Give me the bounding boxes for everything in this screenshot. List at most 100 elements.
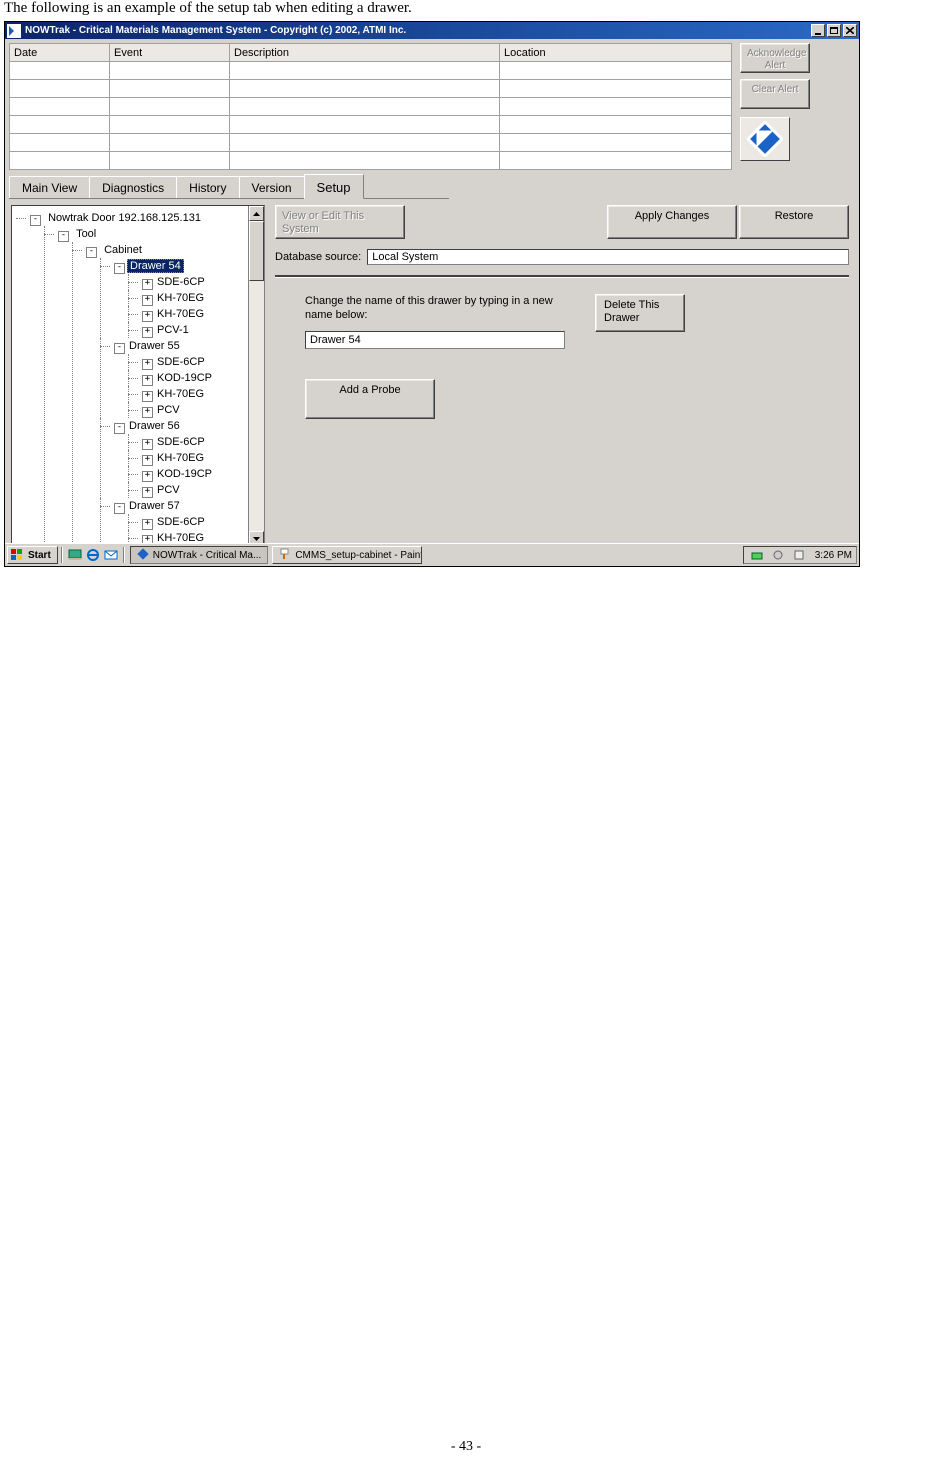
screenshot-window: NOWTrak - Critical Materials Management … (4, 21, 860, 567)
tab-diagnostics[interactable]: Diagnostics (89, 176, 177, 198)
taskbar-item-paint[interactable]: CMMS_setup-cabinet - Paint (272, 546, 422, 564)
table-row[interactable] (10, 134, 732, 152)
tree-probe[interactable]: KH-70EG (155, 292, 206, 304)
expander-icon[interactable]: - (58, 231, 69, 242)
expander-icon[interactable]: + (142, 295, 153, 306)
tray-icon[interactable] (791, 547, 807, 563)
quicklaunch-outlook-icon[interactable] (103, 547, 119, 563)
expander-icon[interactable]: + (142, 487, 153, 498)
clear-alert-button[interactable]: Clear Alert (740, 79, 810, 109)
table-row[interactable] (10, 152, 732, 170)
tree-scrollbar[interactable] (248, 206, 264, 546)
tree-probe[interactable]: SDE-6CP (155, 356, 207, 368)
tree-probe[interactable]: PCV (155, 404, 182, 416)
expander-icon[interactable]: + (142, 279, 153, 290)
add-probe-button[interactable]: Add a Probe (305, 379, 435, 419)
tree-probe[interactable]: PCV (155, 484, 182, 496)
system-tray: 3:26 PM (743, 546, 857, 564)
acknowledge-alert-button[interactable]: Acknowledge Alert (740, 43, 810, 73)
page-number: - 43 - (0, 1439, 932, 1455)
separator (275, 275, 849, 278)
expander-icon[interactable]: + (142, 407, 153, 418)
task-label: CMMS_setup-cabinet - Paint (295, 550, 422, 561)
system-tree: - Nowtrak Door 192.168.125.131 - Tool - (11, 205, 265, 547)
expander-icon[interactable]: - (114, 263, 125, 274)
database-source-field[interactable] (367, 249, 849, 265)
alerts-col-event[interactable]: Event (110, 44, 230, 62)
tree-probe[interactable]: PCV-1 (155, 324, 191, 336)
delete-drawer-button[interactable]: Delete This Drawer (595, 294, 685, 332)
alerts-table: Date Event Description Location (9, 43, 732, 170)
expander-icon[interactable]: + (142, 375, 153, 386)
task-paint-icon (279, 548, 291, 563)
table-row[interactable] (10, 98, 732, 116)
tab-main-view[interactable]: Main View (9, 176, 90, 198)
tree-probe[interactable]: KH-70EG (155, 388, 206, 400)
expander-icon[interactable]: + (142, 311, 153, 322)
tree-content[interactable]: - Nowtrak Door 192.168.125.131 - Tool - (12, 206, 248, 546)
table-row[interactable] (10, 80, 732, 98)
tree-probe[interactable]: SDE-6CP (155, 516, 207, 528)
taskbar-clock: 3:26 PM (815, 550, 852, 561)
start-button[interactable]: Start (7, 546, 58, 564)
expander-icon[interactable]: + (142, 327, 153, 338)
window-title: NOWTrak - Critical Materials Management … (25, 25, 406, 36)
close-button[interactable] (843, 24, 857, 37)
taskbar: Start NOWTrak - Critical Ma... (5, 543, 859, 566)
tree-probe[interactable]: KOD-19CP (155, 372, 214, 384)
alerts-col-description[interactable]: Description (230, 44, 500, 62)
table-row[interactable] (10, 62, 732, 80)
alerts-col-date[interactable]: Date (10, 44, 110, 62)
tree-drawer[interactable]: Drawer 57 (127, 500, 182, 512)
drawer-name-input[interactable] (305, 331, 565, 349)
database-source-label: Database source: (275, 251, 361, 263)
expander-icon[interactable]: - (114, 343, 125, 354)
expander-icon[interactable]: + (142, 519, 153, 530)
tree-drawer[interactable]: Drawer 55 (127, 340, 182, 352)
rename-instruction: Change the name of this drawer by typing… (305, 294, 565, 323)
start-label: Start (28, 550, 51, 561)
tab-setup[interactable]: Setup (304, 174, 364, 199)
tree-root[interactable]: Nowtrak Door 192.168.125.131 (46, 212, 203, 224)
scroll-up-icon[interactable] (249, 206, 264, 221)
brand-logo-icon (740, 117, 790, 161)
expander-icon[interactable]: - (86, 247, 97, 258)
maximize-button[interactable] (827, 24, 841, 37)
tree-probe[interactable]: SDE-6CP (155, 276, 207, 288)
table-row[interactable] (10, 116, 732, 134)
windows-icon (11, 549, 25, 561)
expander-icon[interactable]: + (142, 439, 153, 450)
task-label: NOWTrak - Critical Ma... (153, 550, 262, 561)
tray-icon[interactable] (749, 547, 765, 563)
expander-icon[interactable]: - (114, 423, 125, 434)
quicklaunch-ie-icon[interactable] (85, 547, 101, 563)
window-titlebar: NOWTrak - Critical Materials Management … (5, 22, 859, 39)
expander-icon[interactable]: + (142, 359, 153, 370)
tree-cabinet[interactable]: Cabinet (102, 244, 144, 256)
expander-icon[interactable]: + (142, 471, 153, 482)
minimize-button[interactable] (811, 24, 825, 37)
tree-probe[interactable]: KH-70EG (155, 452, 206, 464)
tree-drawer[interactable]: Drawer 56 (127, 420, 182, 432)
restore-button[interactable]: Restore (739, 205, 849, 239)
tree-tool[interactable]: Tool (74, 228, 98, 240)
expander-icon[interactable]: - (114, 503, 125, 514)
alerts-col-location[interactable]: Location (500, 44, 732, 62)
tree-drawer[interactable]: Drawer 54 (127, 259, 184, 273)
tree-probe[interactable]: SDE-6CP (155, 436, 207, 448)
tab-version[interactable]: Version (239, 176, 305, 198)
apply-changes-button[interactable]: Apply Changes (607, 205, 737, 239)
expander-icon[interactable]: + (142, 455, 153, 466)
quicklaunch-desktop-icon[interactable] (67, 547, 83, 563)
view-edit-system-button[interactable]: View or Edit This System (275, 205, 405, 239)
taskbar-item-nowtrak[interactable]: NOWTrak - Critical Ma... (130, 546, 269, 564)
tree-probe[interactable]: KH-70EG (155, 308, 206, 320)
scroll-thumb[interactable] (249, 221, 264, 281)
expander-icon[interactable]: + (142, 391, 153, 402)
app-icon (7, 24, 21, 38)
tab-history[interactable]: History (176, 176, 239, 198)
tree-probe[interactable]: KOD-19CP (155, 468, 214, 480)
tray-icon[interactable] (770, 547, 786, 563)
expander-icon[interactable]: - (30, 215, 41, 226)
task-app-icon (137, 548, 149, 563)
